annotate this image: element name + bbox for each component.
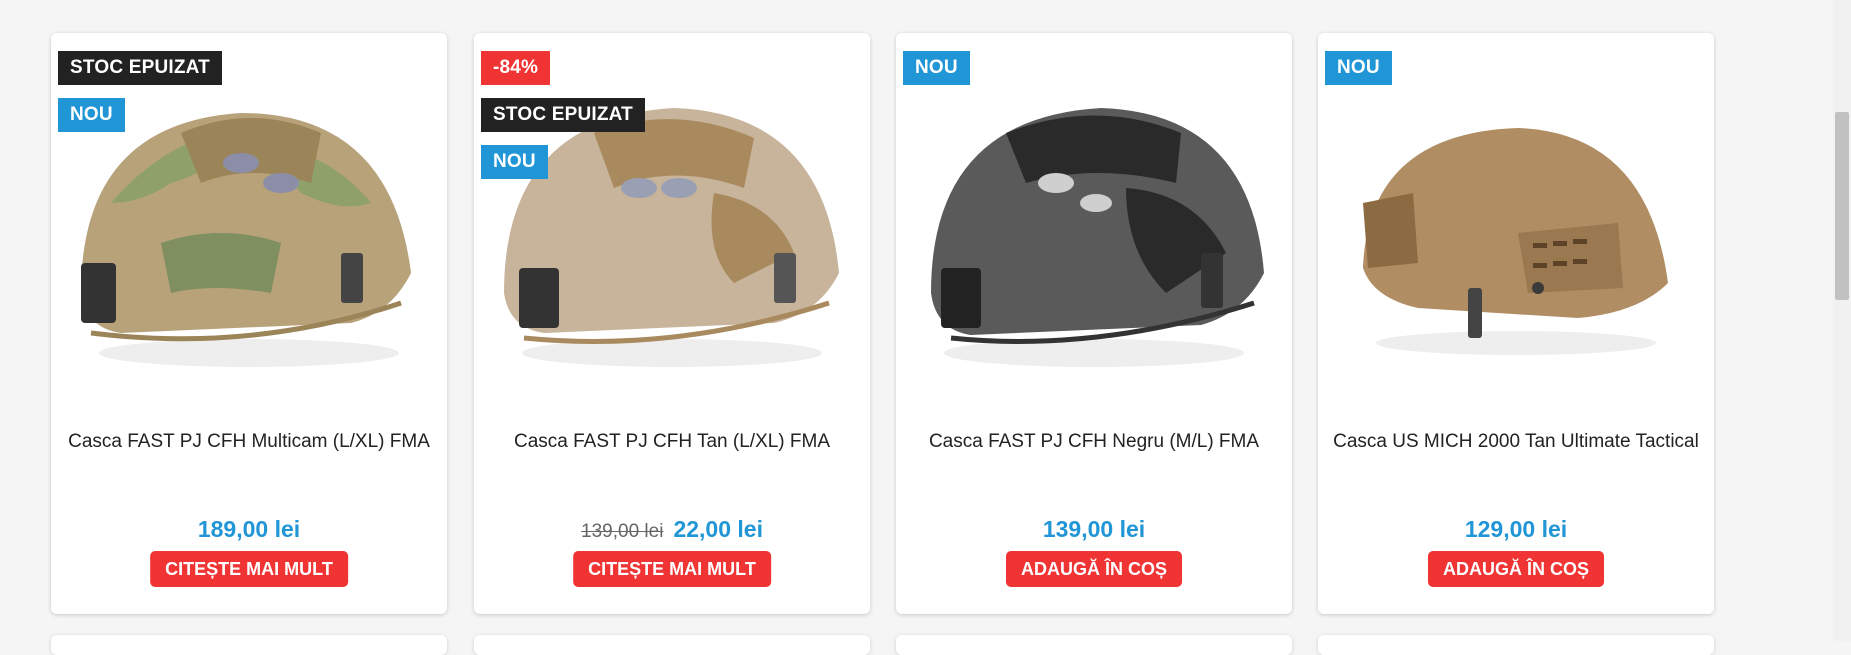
- read-more-button[interactable]: CITEȘTE MAI MULT: [573, 551, 771, 587]
- product-card-next-row: [1318, 635, 1714, 655]
- product-title[interactable]: Casca FAST PJ CFH Multicam (L/XL) FMA: [51, 431, 447, 453]
- price-row: 139,00 lei 22,00 lei: [474, 516, 870, 543]
- new-badge: NOU: [58, 98, 125, 132]
- old-price: 139,00 lei: [581, 521, 664, 542]
- product-title[interactable]: Casca US MICH 2000 Tan Ultimate Tactical: [1318, 431, 1714, 453]
- scrollbar-thumb[interactable]: [1835, 112, 1849, 300]
- new-badge: NOU: [903, 51, 970, 85]
- product-image[interactable]: [1318, 53, 1714, 413]
- product-card[interactable]: STOC EPUIZAT NOU Casca FAST PJ CFH Multi…: [51, 33, 447, 614]
- product-price: 22,00 lei: [673, 516, 763, 542]
- product-card[interactable]: NOU Casca FAST PJ CFH Negru (M/L) FMA 13…: [896, 33, 1292, 614]
- add-to-cart-button[interactable]: ADAUGĂ ÎN COȘ: [1005, 551, 1183, 587]
- badge-group: STOC EPUIZAT NOU: [58, 51, 222, 145]
- price-row: 189,00 lei: [51, 516, 447, 543]
- product-price: 129,00 lei: [1464, 516, 1568, 542]
- product-title[interactable]: Casca FAST PJ CFH Tan (L/XL) FMA: [474, 431, 870, 453]
- helmet-icon: [931, 108, 1264, 367]
- out-of-stock-badge: STOC EPUIZAT: [481, 98, 645, 132]
- badge-group: NOU: [1325, 51, 1392, 98]
- product-card-next-row: [51, 635, 447, 655]
- out-of-stock-badge: STOC EPUIZAT: [58, 51, 222, 85]
- add-to-cart-button[interactable]: ADAUGĂ ÎN COȘ: [1427, 551, 1605, 587]
- product-card[interactable]: -84% STOC EPUIZAT NOU Casca FAST PJ CFH …: [474, 33, 870, 614]
- product-card[interactable]: NOU Casca US MICH 2000 Tan Ultimate Tact…: [1318, 33, 1714, 614]
- discount-badge: -84%: [481, 51, 551, 85]
- price-row: 139,00 lei: [896, 516, 1292, 543]
- product-price: 139,00 lei: [1042, 516, 1146, 542]
- product-card-next-row: [896, 635, 1292, 655]
- price-row: 129,00 lei: [1318, 516, 1714, 543]
- product-price: 189,00 lei: [197, 516, 301, 542]
- product-title[interactable]: Casca FAST PJ CFH Negru (M/L) FMA: [896, 431, 1292, 453]
- new-badge: NOU: [481, 145, 548, 179]
- page-scrollbar[interactable]: [1833, 0, 1851, 641]
- badge-group: NOU: [903, 51, 970, 98]
- read-more-button[interactable]: CITEȘTE MAI MULT: [150, 551, 348, 587]
- product-grid: STOC EPUIZAT NOU Casca FAST PJ CFH Multi…: [0, 0, 1851, 655]
- new-badge: NOU: [1325, 51, 1392, 85]
- badge-group: -84% STOC EPUIZAT NOU: [481, 51, 645, 192]
- product-card-next-row: [474, 635, 870, 655]
- helmet-icon: [1363, 128, 1668, 355]
- product-image[interactable]: [896, 53, 1292, 413]
